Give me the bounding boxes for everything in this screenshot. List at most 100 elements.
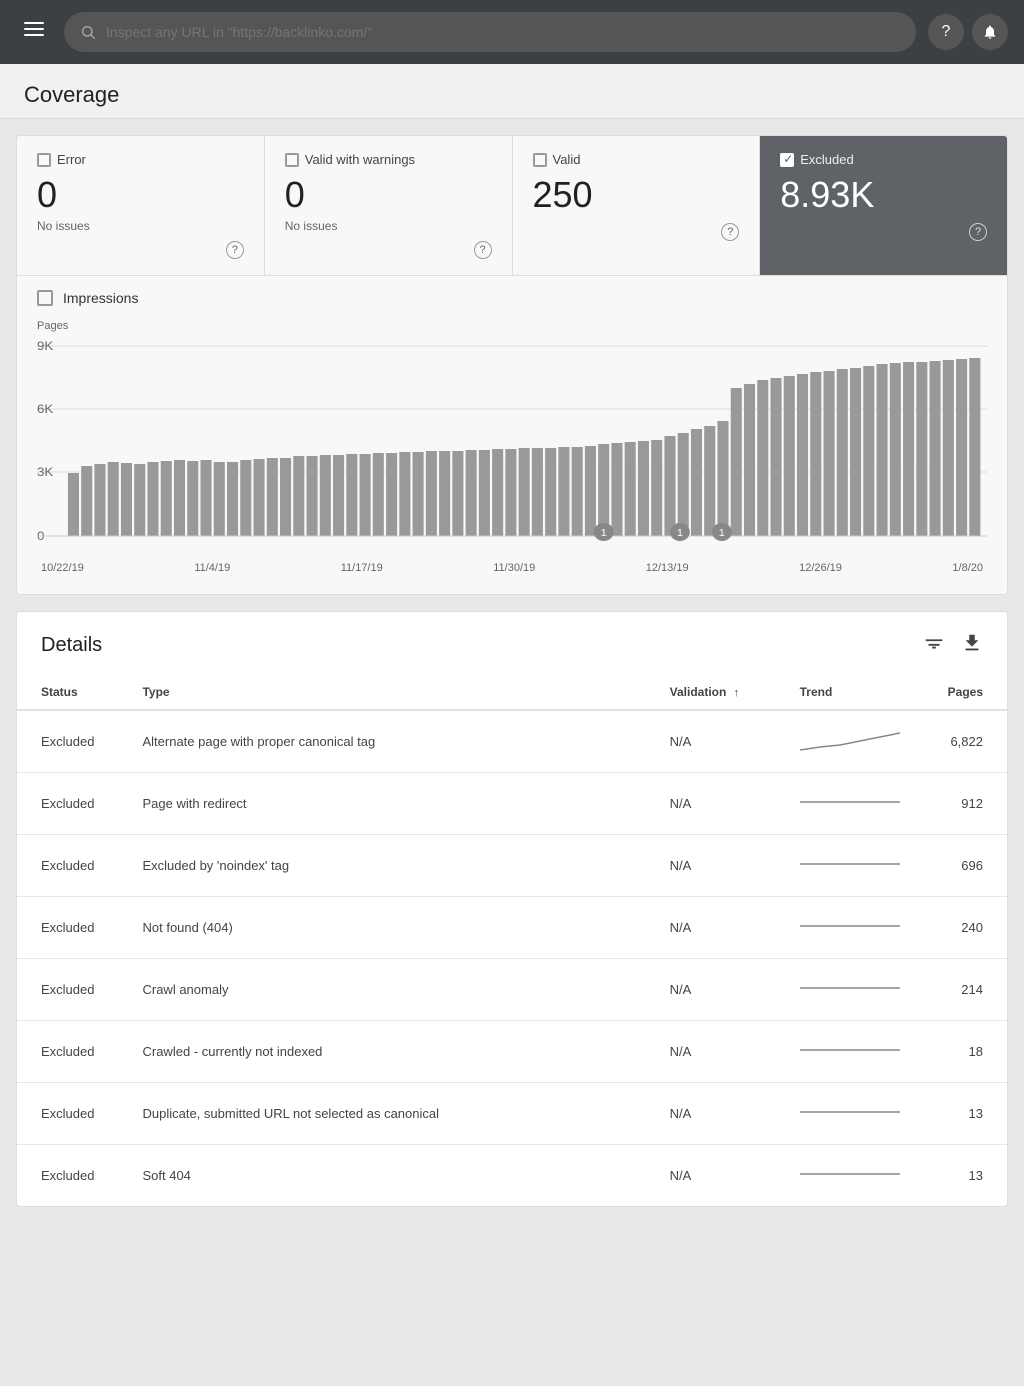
- table-row[interactable]: Excluded Page with redirect N/A 912: [17, 772, 1007, 834]
- excluded-tile[interactable]: Excluded 8.93K ?: [760, 136, 1007, 275]
- status-tiles: Error 0 No issues ? Valid with warnings …: [17, 136, 1007, 276]
- row-status: Excluded: [17, 834, 118, 896]
- row-pages: 214: [924, 958, 1007, 1020]
- table-row[interactable]: Excluded Alternate page with proper cano…: [17, 710, 1007, 773]
- row-type: Page with redirect: [118, 772, 645, 834]
- search-input[interactable]: [106, 24, 900, 40]
- trend-chart: [800, 1097, 900, 1127]
- search-icon: [80, 24, 96, 40]
- col-header-validation[interactable]: Validation ↑: [646, 675, 776, 710]
- row-status: Excluded: [17, 896, 118, 958]
- table-row[interactable]: Excluded Duplicate, submitted URL not se…: [17, 1082, 1007, 1144]
- row-status: Excluded: [17, 772, 118, 834]
- row-type: Alternate page with proper canonical tag: [118, 710, 645, 773]
- valid-warnings-tile[interactable]: Valid with warnings 0 No issues ?: [265, 136, 513, 275]
- app-header: ?: [0, 0, 1024, 64]
- row-type: Crawled - currently not indexed: [118, 1020, 645, 1082]
- error-label: Error: [57, 152, 86, 167]
- x-label-1: 11/4/19: [194, 562, 230, 574]
- row-trend: [776, 958, 924, 1020]
- details-card: Details Status Type: [16, 611, 1008, 1207]
- row-trend: [776, 1144, 924, 1206]
- error-checkbox[interactable]: [37, 153, 51, 167]
- search-bar[interactable]: [64, 12, 916, 52]
- chart-area: Pages 9K 6K 3K 0: [17, 320, 1007, 594]
- table-row[interactable]: Excluded Crawled - currently not indexed…: [17, 1020, 1007, 1082]
- table-row[interactable]: Excluded Not found (404) N/A 240: [17, 896, 1007, 958]
- row-status: Excluded: [17, 1020, 118, 1082]
- excluded-checkbox[interactable]: [780, 153, 794, 167]
- row-validation: N/A: [646, 1020, 776, 1082]
- row-pages: 912: [924, 772, 1007, 834]
- trend-chart: [800, 849, 900, 879]
- impressions-checkbox[interactable]: [37, 290, 53, 306]
- row-type: Soft 404: [118, 1144, 645, 1206]
- row-validation: N/A: [646, 772, 776, 834]
- valid-tile[interactable]: Valid 250 ?: [513, 136, 761, 275]
- error-sub: No issues: [37, 219, 244, 233]
- row-status: Excluded: [17, 1144, 118, 1206]
- row-type: Not found (404): [118, 896, 645, 958]
- chart-container: 9K 6K 3K 0: [37, 336, 987, 556]
- col-header-status: Status: [17, 675, 118, 710]
- col-header-type: Type: [118, 675, 645, 710]
- trend-chart: [800, 1159, 900, 1189]
- row-validation: N/A: [646, 1082, 776, 1144]
- row-validation: N/A: [646, 896, 776, 958]
- table-row[interactable]: Excluded Excluded by 'noindex' tag N/A 6…: [17, 834, 1007, 896]
- error-help-icon[interactable]: ?: [226, 241, 244, 259]
- notifications-button[interactable]: [972, 14, 1008, 50]
- row-status: Excluded: [17, 710, 118, 773]
- x-label-0: 10/22/19: [41, 562, 84, 574]
- svg-text:1: 1: [677, 527, 683, 538]
- row-validation: N/A: [646, 1144, 776, 1206]
- main-content: Error 0 No issues ? Valid with warnings …: [0, 119, 1024, 1223]
- valid-warnings-count: 0: [285, 175, 492, 215]
- help-button[interactable]: ?: [928, 14, 964, 50]
- valid-help-icon[interactable]: ?: [721, 223, 739, 241]
- row-trend: [776, 772, 924, 834]
- details-header: Details: [17, 612, 1007, 675]
- row-type: Excluded by 'noindex' tag: [118, 834, 645, 896]
- svg-text:6K: 6K: [37, 402, 54, 415]
- valid-warnings-help-icon[interactable]: ?: [474, 241, 492, 259]
- x-label-4: 12/13/19: [646, 562, 689, 574]
- col-header-trend: Trend: [776, 675, 924, 710]
- row-pages: 696: [924, 834, 1007, 896]
- row-trend: [776, 896, 924, 958]
- trend-chart: [800, 725, 900, 755]
- download-button[interactable]: [961, 632, 983, 659]
- col-header-pages: Pages: [924, 675, 1007, 710]
- error-tile[interactable]: Error 0 No issues ?: [17, 136, 265, 275]
- row-type: Duplicate, submitted URL not selected as…: [118, 1082, 645, 1144]
- impressions-label: Impressions: [63, 290, 138, 306]
- valid-warnings-checkbox[interactable]: [285, 153, 299, 167]
- page-title: Coverage: [24, 82, 1000, 108]
- row-pages: 13: [924, 1144, 1007, 1206]
- table-body: Excluded Alternate page with proper cano…: [17, 710, 1007, 1206]
- table-row[interactable]: Excluded Soft 404 N/A 13: [17, 1144, 1007, 1206]
- chart-y-label: Pages: [37, 320, 987, 332]
- trend-chart: [800, 911, 900, 941]
- coverage-card: Error 0 No issues ? Valid with warnings …: [16, 135, 1008, 595]
- row-trend: [776, 1082, 924, 1144]
- row-validation: N/A: [646, 834, 776, 896]
- filter-button[interactable]: [923, 632, 945, 659]
- impressions-row: Impressions: [17, 276, 1007, 320]
- x-label-2: 11/17/19: [341, 562, 383, 574]
- row-status: Excluded: [17, 1082, 118, 1144]
- x-label-6: 1/8/20: [952, 562, 983, 574]
- table-row[interactable]: Excluded Crawl anomaly N/A 214: [17, 958, 1007, 1020]
- menu-icon[interactable]: [16, 11, 52, 53]
- trend-chart: [800, 1035, 900, 1065]
- svg-text:1: 1: [601, 527, 607, 538]
- x-label-5: 12/26/19: [799, 562, 842, 574]
- svg-text:1: 1: [719, 527, 725, 538]
- valid-warnings-sub: No issues: [285, 219, 492, 233]
- page-header: Coverage: [0, 64, 1024, 119]
- row-pages: 13: [924, 1082, 1007, 1144]
- valid-checkbox[interactable]: [533, 153, 547, 167]
- excluded-help-icon[interactable]: ?: [969, 223, 987, 241]
- details-actions: [923, 632, 983, 659]
- row-trend: [776, 1020, 924, 1082]
